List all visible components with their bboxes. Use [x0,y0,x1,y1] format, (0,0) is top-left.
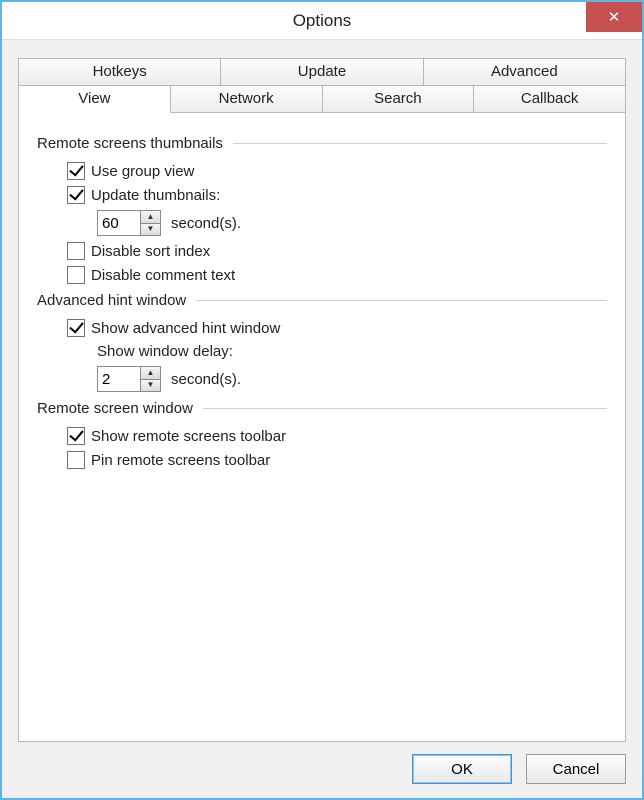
row-update-thumbnails: Update thumbnails: [67,186,607,204]
tab-callback[interactable]: Callback [473,85,626,113]
checkbox-disable-sort[interactable] [67,242,85,260]
tab-row-top: Hotkeys Update Advanced [18,58,626,86]
close-icon: ✕ [608,10,621,25]
close-button[interactable]: ✕ [586,2,642,32]
group-title: Remote screen window [37,400,193,417]
spinner-up-icon[interactable]: ▲ [141,367,160,380]
label-disable-comment[interactable]: Disable comment text [91,267,235,284]
options-dialog: Options ✕ Hotkeys Update Advanced View N… [0,0,644,800]
row-disable-comment: Disable comment text [67,266,607,284]
spinner-delay: ▲ ▼ [97,366,161,392]
label-interval-unit: second(s). [171,215,241,232]
tab-advanced[interactable]: Advanced [423,58,626,86]
spinner-update-interval: ▲ ▼ [97,210,161,236]
label-delay: Show window delay: [97,343,233,360]
titlebar: Options ✕ [2,2,642,40]
spinner-down-icon[interactable]: ▼ [141,380,160,392]
group-header: Remote screen window [37,400,607,417]
tab-page-view: Remote screens thumbnails Use group view… [18,112,626,742]
tabs: Hotkeys Update Advanced View Network Sea… [18,58,626,113]
label-show-toolbar[interactable]: Show remote screens toolbar [91,428,286,445]
dialog-buttons: OK Cancel [18,742,626,784]
group-divider [233,143,607,144]
group-remote-window: Remote screen window Show remote screens… [37,400,607,469]
row-delay-value: ▲ ▼ second(s). [97,366,607,392]
checkbox-disable-comment[interactable] [67,266,85,284]
checkbox-show-toolbar[interactable] [67,427,85,445]
label-update-thumbnails[interactable]: Update thumbnails: [91,187,220,204]
label-pin-toolbar[interactable]: Pin remote screens toolbar [91,452,270,469]
group-remote-thumbnails: Remote screens thumbnails Use group view… [37,135,607,284]
group-header: Advanced hint window [37,292,607,309]
tab-network[interactable]: Network [170,85,323,113]
tab-update[interactable]: Update [220,58,423,86]
row-update-interval: ▲ ▼ second(s). [97,210,607,236]
tab-view[interactable]: View [18,85,171,113]
group-title: Advanced hint window [37,292,186,309]
row-show-hint: Show advanced hint window [67,319,607,337]
input-update-interval[interactable] [98,211,140,235]
label-use-group-view[interactable]: Use group view [91,163,194,180]
row-delay-label: Show window delay: [97,343,607,360]
tab-search[interactable]: Search [322,85,475,113]
ok-button[interactable]: OK [412,754,512,784]
checkbox-show-hint[interactable] [67,319,85,337]
cancel-button[interactable]: Cancel [526,754,626,784]
input-delay[interactable] [98,367,140,391]
window-title: Options [2,11,642,31]
group-title: Remote screens thumbnails [37,135,223,152]
group-advanced-hint: Advanced hint window Show advanced hint … [37,292,607,392]
tab-hotkeys[interactable]: Hotkeys [18,58,221,86]
row-disable-sort: Disable sort index [67,242,607,260]
group-divider [196,300,607,301]
label-show-hint[interactable]: Show advanced hint window [91,320,280,337]
spinner-buttons: ▲ ▼ [140,367,160,391]
tab-row-bottom: View Network Search Callback [18,85,626,113]
group-divider [203,408,607,409]
spinner-buttons: ▲ ▼ [140,211,160,235]
row-pin-toolbar: Pin remote screens toolbar [67,451,607,469]
row-use-group-view: Use group view [67,162,607,180]
checkbox-pin-toolbar[interactable] [67,451,85,469]
label-delay-unit: second(s). [171,371,241,388]
group-header: Remote screens thumbnails [37,135,607,152]
spinner-down-icon[interactable]: ▼ [141,224,160,236]
label-disable-sort[interactable]: Disable sort index [91,243,210,260]
client-area: Hotkeys Update Advanced View Network Sea… [2,40,642,798]
spinner-up-icon[interactable]: ▲ [141,211,160,224]
row-show-toolbar: Show remote screens toolbar [67,427,607,445]
checkbox-use-group-view[interactable] [67,162,85,180]
checkbox-update-thumbnails[interactable] [67,186,85,204]
